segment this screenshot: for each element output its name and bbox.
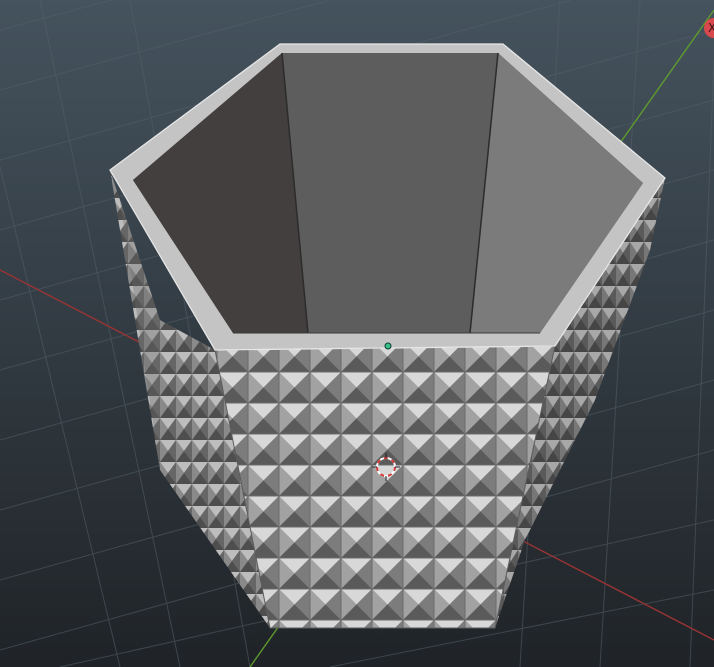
3d-viewport[interactable]: X <box>0 0 714 667</box>
object-origin-dot <box>384 342 392 350</box>
viewport-scene[interactable] <box>0 0 714 667</box>
planter-inner-wall-back <box>282 53 498 333</box>
